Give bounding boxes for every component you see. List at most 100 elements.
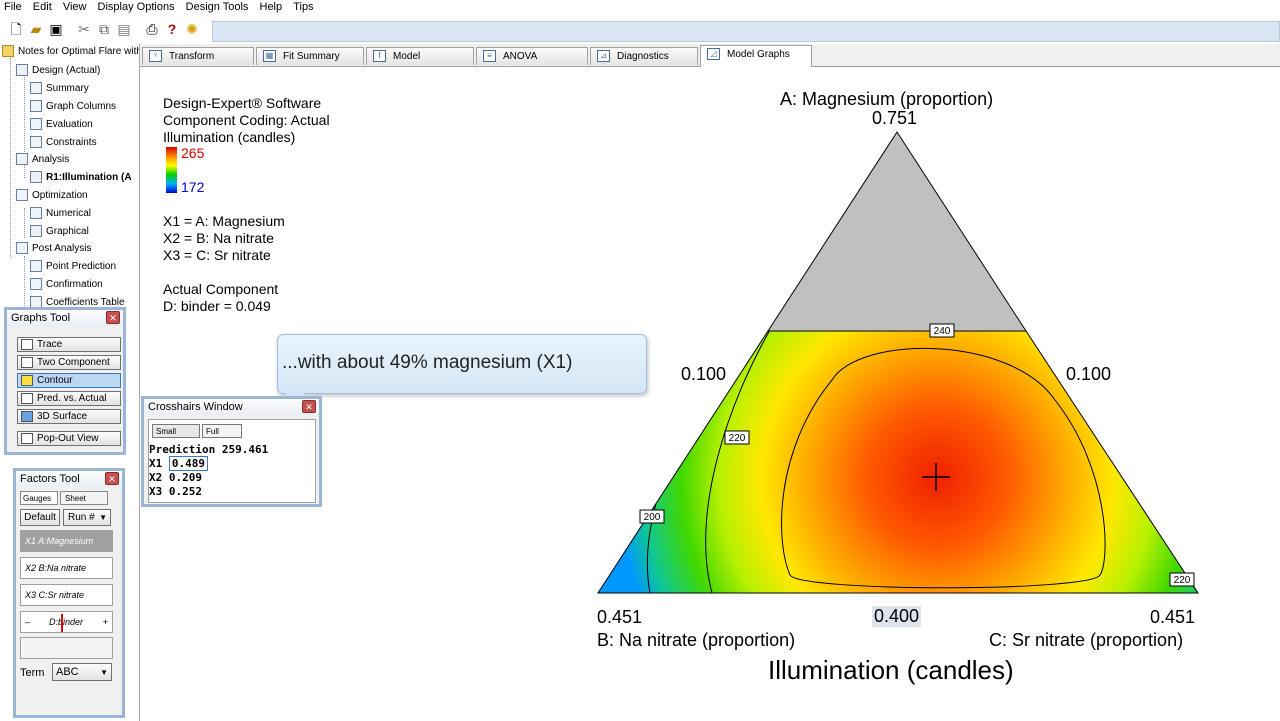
tree-constraints[interactable]: Constraints xyxy=(30,135,97,151)
binder-label: D: binder = 0.049 xyxy=(163,298,271,314)
close-icon[interactable]: ✕ xyxy=(105,472,119,485)
pred-vs-actual-button[interactable]: Pred. vs. Actual xyxy=(17,391,121,406)
tutorial-callout: ...with about 49% magnesium (X1) xyxy=(277,334,647,394)
term-dropdown[interactable]: ABC ▼ xyxy=(52,663,112,681)
pop-out-view-button[interactable]: Pop-Out View xyxy=(17,431,121,446)
menu-display-options[interactable]: Display Options xyxy=(94,0,179,14)
crosshair xyxy=(922,463,950,491)
axis-c-label: C: Sr nitrate (proportion) xyxy=(989,630,1184,650)
full-view-button[interactable]: Full xyxy=(202,424,242,438)
tree-numerical[interactable]: Numerical xyxy=(30,206,91,222)
3d-surface-button[interactable]: 3D Surface xyxy=(17,409,121,424)
chevron-down-icon: ▼ xyxy=(99,513,107,522)
close-icon[interactable]: ✕ xyxy=(302,400,316,413)
menu-help[interactable]: Help xyxy=(256,0,287,14)
x3-row: X3 0.252 xyxy=(149,485,202,498)
copy-icon[interactable]: ⧉ xyxy=(96,21,112,37)
cut-icon[interactable]: ✂ xyxy=(76,21,92,37)
trace-icon xyxy=(21,339,33,350)
tip-bulb-icon[interactable]: ✺ xyxy=(184,21,200,37)
right-side-value: 0.100 xyxy=(1066,364,1112,384)
color-legend-bar xyxy=(166,147,177,193)
menu-view[interactable]: View xyxy=(59,0,91,14)
3d-surface-icon xyxy=(21,411,33,422)
contour-label-240: 240 xyxy=(934,326,951,337)
factor-x1-magnesium[interactable]: X1 A:Magnesium xyxy=(20,530,113,552)
tree-evaluation[interactable]: Evaluation xyxy=(30,117,93,133)
constraints-icon xyxy=(30,136,42,149)
slider-handle[interactable] xyxy=(61,614,63,632)
crosshairs-title: Crosshairs Window ✕ xyxy=(144,399,319,415)
factor-extra-box xyxy=(20,637,113,659)
tree-optimization[interactable]: Optimization xyxy=(16,188,88,204)
factor-x3-sr-nitrate[interactable]: X3 C:Sr nitrate xyxy=(20,584,113,606)
tree-design[interactable]: Design (Actual) xyxy=(16,63,100,79)
menu-edit[interactable]: Edit xyxy=(29,0,56,14)
tree-graph-columns[interactable]: Graph Columns xyxy=(30,99,116,115)
run-dropdown[interactable]: Run # ▼ xyxy=(63,509,111,526)
tab-diagnostics[interactable]: ⊿ Diagnostics xyxy=(590,47,698,65)
two-component-icon xyxy=(21,357,33,368)
menu-tips[interactable]: Tips xyxy=(289,0,317,14)
response-label: Illumination (candles) xyxy=(163,129,296,145)
paste-icon[interactable]: ▤ xyxy=(116,21,132,37)
prediction-value: Prediction 259.461 xyxy=(149,443,269,456)
print-icon[interactable]: ⎙ xyxy=(144,21,160,37)
model-icon: f xyxy=(373,50,386,62)
tree-point-prediction[interactable]: Point Prediction xyxy=(30,259,116,275)
actual-component-label: Actual Component xyxy=(163,281,279,297)
two-component-button[interactable]: Two Component xyxy=(17,355,121,370)
numerical-icon xyxy=(30,207,42,220)
tree-graphical[interactable]: Graphical xyxy=(30,224,89,240)
excluded-region xyxy=(767,131,1027,332)
trace-button[interactable]: Trace xyxy=(17,337,121,352)
tree-root[interactable]: Notes for Optimal Flare with xyxy=(2,44,139,60)
toolbar-strip xyxy=(212,21,1280,42)
contour-240 xyxy=(781,347,1106,589)
graphs-tool-panel: Graphs Tool ✕ Trace Two Component Contour… xyxy=(4,307,126,455)
tab-bar: ʸ Transform ▦ Fit Summary f Model ≡ ANOVA ⊿ D… xyxy=(140,44,1280,67)
new-file-icon[interactable]: 🗋 xyxy=(8,21,24,37)
factor-x2-na-nitrate[interactable]: X2 B:Na nitrate xyxy=(20,557,113,579)
analysis-icon xyxy=(16,153,28,166)
tab-anova[interactable]: ≡ ANOVA xyxy=(476,47,588,65)
default-button[interactable]: Default xyxy=(20,509,60,526)
tab-model-graphs[interactable]: ◿ Model Graphs xyxy=(700,45,812,67)
x1-row: X1 0.489 xyxy=(149,456,208,471)
chart-title: Illumination (candles) xyxy=(768,655,1014,685)
factor-d-binder-slider[interactable]: – D:binder + xyxy=(20,611,113,633)
tab-transform[interactable]: ʸ Transform xyxy=(142,47,254,65)
gauges-tab[interactable]: Gauges xyxy=(20,491,58,505)
tree-summary[interactable]: Summary xyxy=(30,81,89,97)
crosshairs-window: Crosshairs Window ✕ Small Full Prediction… xyxy=(141,396,322,507)
grid-icon xyxy=(16,64,28,77)
open-folder-icon[interactable]: ▰ xyxy=(28,21,44,37)
tree-post-analysis[interactable]: Post Analysis xyxy=(16,241,91,257)
axis-a-label: A: Magnesium (proportion) xyxy=(780,89,994,109)
x2-row: X2 0.209 xyxy=(149,471,202,484)
x1-value-field[interactable]: 0.489 xyxy=(168,456,208,471)
sheet-tab[interactable]: Sheet xyxy=(60,491,108,505)
tab-model[interactable]: f Model xyxy=(366,47,474,65)
contour-icon xyxy=(21,375,33,386)
tab-fit-summary[interactable]: ▦ Fit Summary xyxy=(256,47,364,65)
menu-design-tools[interactable]: Design Tools xyxy=(182,0,253,14)
bottom-mid-value: 0.400 xyxy=(872,606,922,627)
graphs-tool-title: Graphs Tool ✕ xyxy=(7,310,123,326)
left-side-value: 0.100 xyxy=(681,364,727,384)
term-label: Term xyxy=(20,667,45,679)
contour-button[interactable]: Contour xyxy=(17,373,121,388)
pred-vs-actual-icon xyxy=(21,393,33,404)
help-icon[interactable]: ? xyxy=(164,21,180,37)
tree-confirmation[interactable]: Confirmation xyxy=(30,277,103,293)
x1-label: X1 = A: Magnesium xyxy=(163,213,285,229)
chevron-down-icon: ▼ xyxy=(100,668,108,677)
menu-file[interactable]: File xyxy=(0,0,26,14)
tree-analysis[interactable]: Analysis xyxy=(16,152,69,168)
small-view-button[interactable]: Small xyxy=(152,424,200,438)
close-icon[interactable]: ✕ xyxy=(106,311,120,324)
save-icon[interactable]: ▣ xyxy=(48,21,64,37)
menu-bar: File Edit View Display Options Design To… xyxy=(0,0,1280,16)
anova-icon: ≡ xyxy=(483,50,496,62)
tree-r1-illumination[interactable]: R1:Illumination (A xyxy=(30,170,132,186)
